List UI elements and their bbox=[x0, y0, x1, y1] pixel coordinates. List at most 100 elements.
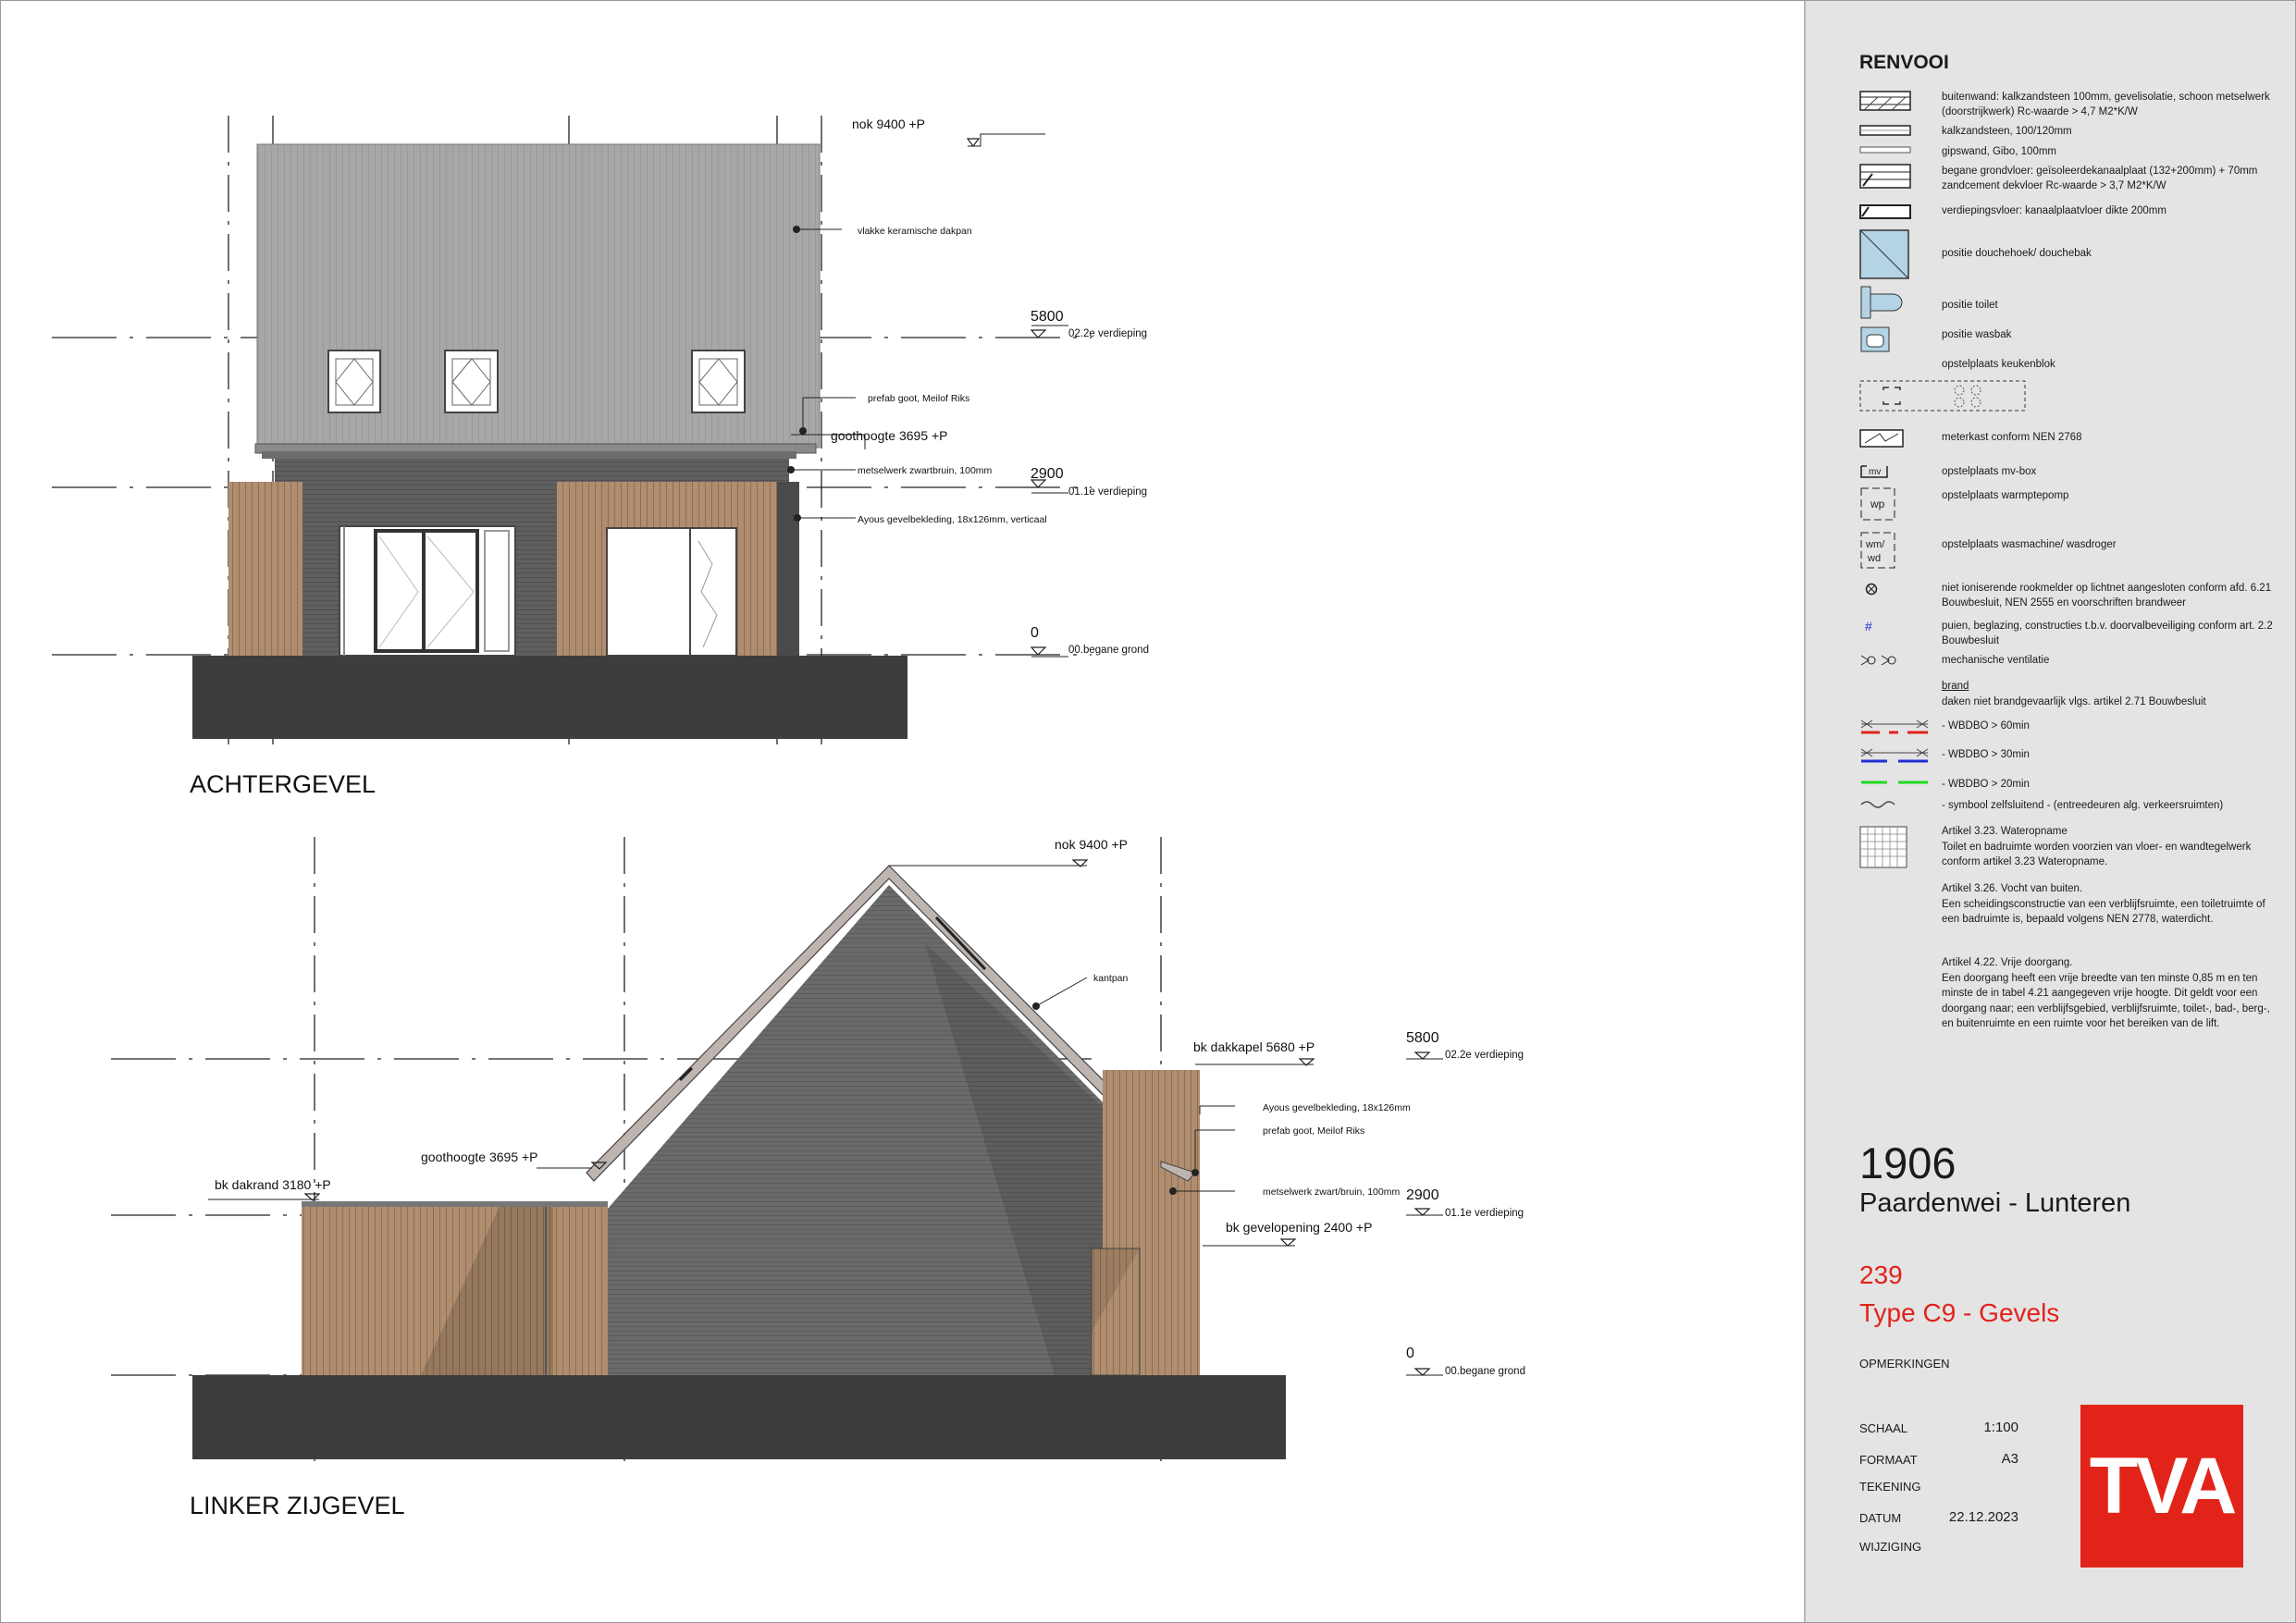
scale-label: SCHAAL bbox=[1859, 1421, 1908, 1435]
left-ridge-label: nok 9400 +P bbox=[1055, 837, 1128, 852]
rear-view-title: ACHTERGEVEL bbox=[190, 770, 376, 798]
rear-gutter-label: prefab goot, Meilof Riks bbox=[868, 393, 969, 404]
left-ground-block bbox=[192, 1375, 1286, 1459]
fire-heading: brand bbox=[1942, 681, 1969, 692]
fire-intro: daken niet brandgevaarlijk vlgs. artikel… bbox=[1942, 696, 2206, 707]
glazing-icon: # bbox=[1865, 619, 1872, 633]
limestone-icon bbox=[1859, 125, 1911, 136]
legend-text: positie douchehoek/ douchebak bbox=[1942, 248, 2092, 259]
legend-text: - WBDBO > 30min bbox=[1942, 749, 2030, 760]
article-3-26: Artikel 3.26. Vocht van buiten. Een sche… bbox=[1942, 883, 2265, 925]
legend-text: opstelplaats keukenblok bbox=[1942, 359, 2055, 370]
project-number: 1906 bbox=[1859, 1138, 1957, 1187]
svg-text:wd: wd bbox=[1867, 553, 1881, 564]
heat-pump-icon: wp bbox=[1860, 487, 1895, 521]
legend-text: positie toilet bbox=[1942, 300, 1998, 311]
drywall-icon bbox=[1859, 146, 1911, 154]
legend-title: RENVOOI bbox=[1859, 52, 1949, 73]
ventilation-icon bbox=[1860, 655, 1896, 666]
rear-eaves-label: goothoogte 3695 +P bbox=[831, 428, 948, 443]
format-label: FORMAAT bbox=[1859, 1453, 1918, 1467]
rear-ridge-label: nok 9400 +P bbox=[852, 117, 925, 131]
left-level-0: 0 bbox=[1406, 1346, 1414, 1361]
smoke-detector-icon bbox=[1865, 583, 1878, 596]
left-dormer-label: bk dakkapel 5680 +P bbox=[1193, 1039, 1315, 1054]
rear-level-0: 0 bbox=[1031, 625, 1039, 641]
washbasin-icon bbox=[1860, 326, 1890, 352]
rear-level-0-code: 00.begane grond bbox=[1068, 645, 1149, 656]
mv-box-icon: mv bbox=[1860, 465, 1888, 478]
left-level-5800: 5800 bbox=[1406, 1030, 1439, 1046]
legend-text: verdiepingsvloer: kanaalplaatvloer dikte… bbox=[1942, 205, 2166, 216]
revision-label: WIJZIGING bbox=[1859, 1540, 1922, 1554]
legend-text: begane grondvloer: geïsoleerdekanaalplaa… bbox=[1942, 166, 2258, 191]
legend-text: - symbool zelfsluitend - (entreedeuren a… bbox=[1942, 800, 2224, 811]
rear-level-2900: 2900 bbox=[1031, 466, 1064, 482]
article-4-22: Artikel 4.22. Vrije doorgang. Een doorga… bbox=[1942, 957, 2270, 1029]
rear-level-5800: 5800 bbox=[1031, 309, 1064, 325]
rear-french-doors bbox=[339, 525, 516, 657]
article-3-23: Artikel 3.23. Wateropname Toilet en badr… bbox=[1942, 826, 2252, 867]
rear-roof-tiles-label: vlakke keramische dakpan bbox=[858, 226, 972, 237]
left-elevation bbox=[111, 837, 1443, 1461]
lot-number: 239 bbox=[1859, 1260, 1903, 1289]
scale-value: 1:100 bbox=[1983, 1420, 2018, 1435]
legend-text: opstelplaats mv-box bbox=[1942, 466, 2037, 477]
project-location: Paardenwei - Lunteren bbox=[1859, 1188, 2131, 1218]
drawing-label: TEKENING bbox=[1859, 1480, 1921, 1494]
left-roof-edge-label: bk dakrand 3180 +P bbox=[215, 1177, 331, 1192]
legend-text: positie wasbak bbox=[1942, 329, 2012, 340]
ground-floor-icon bbox=[1859, 164, 1911, 189]
legend-text: kalkzandsteen, 100/120mm bbox=[1942, 126, 2072, 137]
legend-text: meterkast conform NEN 2768 bbox=[1942, 432, 2082, 443]
toilet-icon bbox=[1860, 286, 1903, 319]
left-opening-label: bk gevelopening 2400 +P bbox=[1226, 1220, 1372, 1235]
legend-text: opstelplaats wasmachine/ wasdroger bbox=[1942, 539, 2117, 550]
svg-text:wm/: wm/ bbox=[1865, 539, 1885, 550]
remarks-label: OPMERKINGEN bbox=[1859, 1357, 1950, 1371]
left-level-0-code: 00.begane grond bbox=[1445, 1366, 1525, 1377]
elevation-drawing: ACHTERGEVEL LINKER ZIJGEVEL nok 9400 +P … bbox=[52, 116, 1525, 1519]
date-value: 22.12.2023 bbox=[1948, 1509, 2018, 1525]
legend-text: gipswand, Gibo, 100mm bbox=[1942, 146, 2057, 157]
tile-grid-icon bbox=[1859, 826, 1907, 868]
svg-text:wp: wp bbox=[1870, 498, 1885, 510]
legend-text: puien, beglazing, constructies t.b.v. do… bbox=[1942, 621, 2273, 646]
wbdbo-20-icon bbox=[1861, 781, 1928, 784]
self-closing-icon bbox=[1860, 801, 1895, 808]
left-cladding-label: Ayous gevelbekleding, 18x126mm bbox=[1263, 1102, 1411, 1113]
left-eaves-label: goothoogte 3695 +P bbox=[421, 1150, 538, 1164]
floor-slab-icon bbox=[1859, 204, 1911, 219]
left-level-5800-code: 02.2e verdieping bbox=[1445, 1050, 1524, 1061]
rear-cladding-left bbox=[228, 482, 302, 656]
left-level-2900: 2900 bbox=[1406, 1187, 1439, 1203]
format-value: A3 bbox=[2001, 1451, 2018, 1467]
date-label: DATUM bbox=[1859, 1511, 1902, 1525]
tva-logo: TVA bbox=[2080, 1405, 2243, 1568]
drawing-title: Type C9 - Gevels bbox=[1859, 1298, 2060, 1327]
wbdbo-60-icon bbox=[1860, 719, 1929, 734]
left-edge-tile-label: kantpan bbox=[1093, 973, 1129, 984]
title-block: RENVOOI buitenwand: kalkzandsteen 100mm,… bbox=[1804, 0, 2296, 1623]
wall-hatch-icon bbox=[1859, 91, 1911, 111]
left-gutter-label: prefab goot, Meilof Riks bbox=[1263, 1125, 1364, 1137]
left-brick-label: metselwerk zwart/bruin, 100mm bbox=[1263, 1187, 1400, 1198]
legend-text: - WBDBO > 60min bbox=[1942, 720, 2030, 732]
left-view-title: LINKER ZIJGEVEL bbox=[190, 1492, 405, 1519]
rear-brick-label: metselwerk zwartbruin, 100mm bbox=[858, 465, 993, 476]
legend-text: opstelplaats warmptepomp bbox=[1942, 490, 2069, 501]
legend-text: buitenwand: kalkzandsteen 100mm, gevelis… bbox=[1942, 92, 2270, 117]
rear-cladding-label: Ayous gevelbekleding, 18x126mm, verticaa… bbox=[858, 514, 1047, 525]
shower-icon bbox=[1859, 229, 1909, 279]
wbdbo-30-icon bbox=[1860, 748, 1929, 763]
legend-text: mechanische ventilatie bbox=[1942, 655, 2050, 666]
rear-ground-block bbox=[192, 656, 907, 739]
rear-sliding-door bbox=[606, 527, 737, 657]
legend-text: niet ioniserende rookmelder op lichtnet … bbox=[1942, 583, 2272, 609]
meter-cabinet-icon bbox=[1859, 429, 1904, 448]
rear-level-2900-code: 01.1e verdieping bbox=[1068, 486, 1147, 498]
rear-level-5800-code: 02.2e verdieping bbox=[1068, 328, 1147, 339]
kitchen-icon bbox=[1859, 380, 2026, 412]
legend-text: - WBDBO > 20min bbox=[1942, 779, 2030, 790]
svg-text:mv: mv bbox=[1869, 467, 1881, 477]
